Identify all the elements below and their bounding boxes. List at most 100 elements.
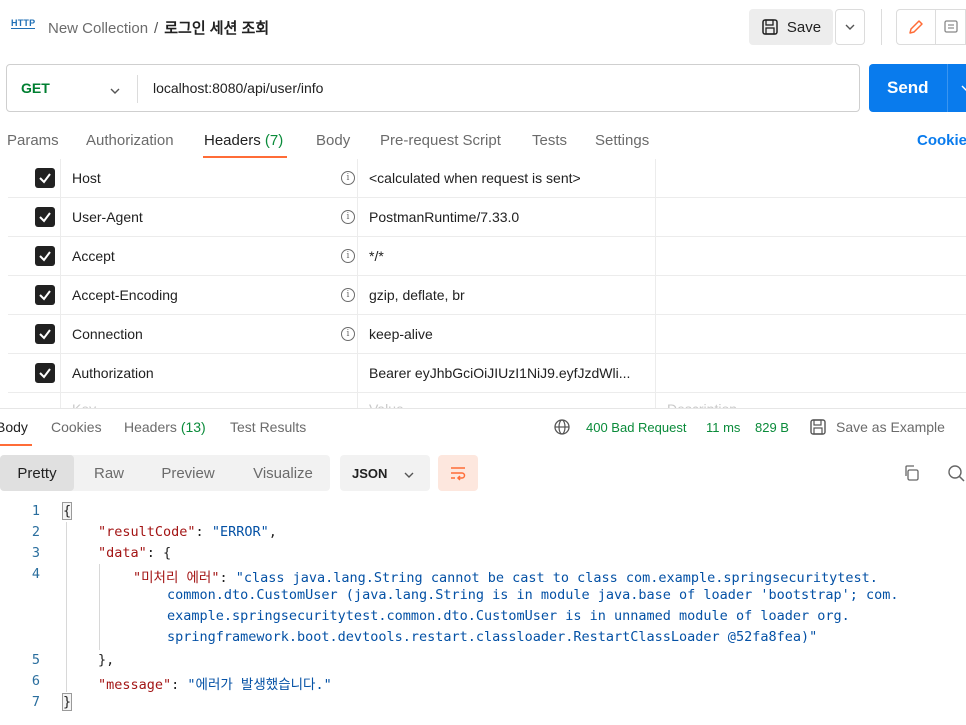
save-as-example-button[interactable]: Save as Example — [836, 419, 945, 435]
tab-tests[interactable]: Tests — [532, 132, 567, 149]
view-visualize[interactable]: Visualize — [240, 455, 326, 491]
header-key: Authorization — [72, 365, 154, 381]
response-time[interactable]: 11 ms — [706, 420, 740, 435]
header-key-cell[interactable]: Accept-Encoding i — [61, 276, 358, 315]
json-line: "data": { — [98, 545, 172, 561]
view-pretty[interactable]: Pretty — [0, 455, 74, 491]
header-value-cell[interactable]: PostmanRuntime/7.33.0 — [358, 198, 656, 237]
view-raw[interactable]: Raw — [80, 455, 138, 491]
row-checkbox-cell — [8, 315, 61, 354]
tab-response-cookies[interactable]: Cookies — [51, 419, 102, 435]
header-value-cell[interactable]: */* — [358, 237, 656, 276]
info-icon[interactable]: i — [341, 327, 355, 341]
tab-response-headers[interactable]: Headers (13) — [124, 419, 206, 435]
tab-response-headers-label: Headers — [124, 419, 177, 435]
response-size[interactable]: 829 B — [755, 420, 789, 435]
json-line: }, — [98, 652, 115, 668]
tab-params[interactable]: Params — [7, 132, 59, 149]
send-button-label: Send — [887, 78, 929, 97]
breadcrumb-collection[interactable]: New Collection — [48, 20, 148, 37]
header-value-cell[interactable]: gzip, deflate, br — [358, 276, 656, 315]
header-key-cell[interactable]: Connection i — [61, 315, 358, 354]
tab-body[interactable]: Body — [316, 132, 350, 149]
header-description-cell[interactable] — [656, 159, 966, 198]
chevron-down-icon — [404, 466, 414, 481]
info-icon[interactable]: i — [341, 249, 355, 263]
json-key: "resultCode" — [98, 524, 196, 540]
header-value: keep-alive — [369, 326, 433, 342]
cookies-link[interactable]: Cookies — [917, 132, 966, 149]
view-preview[interactable]: Preview — [150, 455, 226, 491]
tab-authorization[interactable]: Authorization — [86, 132, 174, 149]
method-select[interactable]: GET — [21, 80, 50, 96]
info-icon[interactable]: i — [341, 210, 355, 224]
tab-headers[interactable]: Headers (7) — [204, 132, 283, 149]
checkbox[interactable] — [35, 363, 55, 383]
response-body-code[interactable]: 1 2 3 4 5 6 7 { "resultCode": "ERROR", "… — [0, 500, 966, 725]
wrap-lines-button[interactable] — [438, 455, 478, 491]
chevron-down-icon — [845, 24, 855, 30]
checkbox[interactable] — [35, 324, 55, 344]
header-description-cell[interactable] — [656, 354, 966, 393]
json-key: "data" — [98, 545, 147, 561]
line-number: 3 — [31, 545, 40, 561]
response-status[interactable]: 400 Bad Request — [586, 420, 686, 435]
format-select[interactable]: JSON — [340, 455, 430, 491]
chevron-down-icon[interactable] — [110, 81, 120, 97]
response-tabs: Body Cookies Headers (13) Test Results 4… — [0, 416, 966, 446]
info-icon[interactable]: i — [341, 171, 355, 185]
tab-response-body[interactable]: Body — [0, 419, 28, 435]
header-description-cell[interactable] — [656, 315, 966, 354]
search-icon[interactable] — [947, 464, 965, 485]
line-number: 5 — [31, 652, 40, 668]
json-brace-open: { — [61, 502, 73, 520]
globe-icon[interactable] — [553, 418, 571, 439]
breadcrumb: New Collection / 로그인 세션 조회 — [48, 17, 269, 38]
divider — [881, 9, 882, 45]
pencil-icon — [909, 20, 923, 34]
header-key-cell[interactable]: Host i — [61, 159, 358, 198]
header-key-cell[interactable]: User-Agent i — [61, 198, 358, 237]
header-value-cell[interactable]: keep-alive — [358, 315, 656, 354]
checkbox[interactable] — [35, 168, 55, 188]
edit-request-button[interactable] — [896, 9, 936, 45]
header-value-cell[interactable]: Bearer eyJhbGciOiJIUzI1NiJ9.eyfJzdWli... — [358, 354, 656, 393]
header-value-cell[interactable]: <calculated when request is sent> — [358, 159, 656, 198]
divider — [0, 408, 966, 409]
header-description-cell[interactable] — [656, 198, 966, 237]
checkbox[interactable] — [35, 246, 55, 266]
new-value-cell[interactable]: Value — [358, 393, 656, 409]
new-description-cell[interactable]: Description — [656, 393, 966, 409]
new-key-cell[interactable]: Key — [61, 393, 358, 409]
copy-icon[interactable] — [902, 464, 920, 485]
top-bar: HTTP New Collection / 로그인 세션 조회 Save — [0, 0, 966, 56]
request-name[interactable]: 로그인 세션 조회 — [164, 20, 269, 37]
checkbox[interactable] — [35, 207, 55, 227]
tab-test-results[interactable]: Test Results — [230, 419, 306, 435]
header-value: Bearer eyJhbGciOiJIUzI1NiJ9.eyfJzdWli... — [369, 365, 631, 381]
wrap-lines-icon — [451, 467, 466, 481]
header-key-cell[interactable]: Authorization — [61, 354, 358, 393]
request-url-bar: GET localhost:8080/api/user/info — [6, 64, 860, 112]
documentation-button[interactable] — [936, 9, 966, 45]
url-input[interactable]: localhost:8080/api/user/info — [153, 80, 323, 96]
header-key-cell[interactable]: Accept i — [61, 237, 358, 276]
send-button[interactable]: Send — [869, 64, 966, 112]
checkbox[interactable] — [35, 285, 55, 305]
save-button[interactable]: Save — [749, 9, 833, 45]
tab-settings[interactable]: Settings — [595, 132, 649, 149]
table-row: Host i <calculated when request is sent> — [8, 159, 966, 198]
chevron-down-icon[interactable] — [961, 78, 966, 94]
table-row-new: Key Value Description — [8, 393, 966, 409]
header-description-cell[interactable] — [656, 276, 966, 315]
save-options-dropdown[interactable] — [835, 9, 865, 45]
line-number: 4 — [31, 566, 40, 582]
info-icon[interactable]: i — [341, 288, 355, 302]
header-key: Accept — [72, 248, 115, 264]
header-description-cell[interactable] — [656, 237, 966, 276]
format-label: JSON — [352, 466, 388, 481]
floppy-disk-icon — [809, 418, 827, 439]
tab-pre-request-script[interactable]: Pre-request Script — [380, 132, 501, 149]
json-key: "message" — [98, 677, 172, 693]
table-row: Authorization Bearer eyJhbGciOiJIUzI1NiJ… — [8, 354, 966, 393]
